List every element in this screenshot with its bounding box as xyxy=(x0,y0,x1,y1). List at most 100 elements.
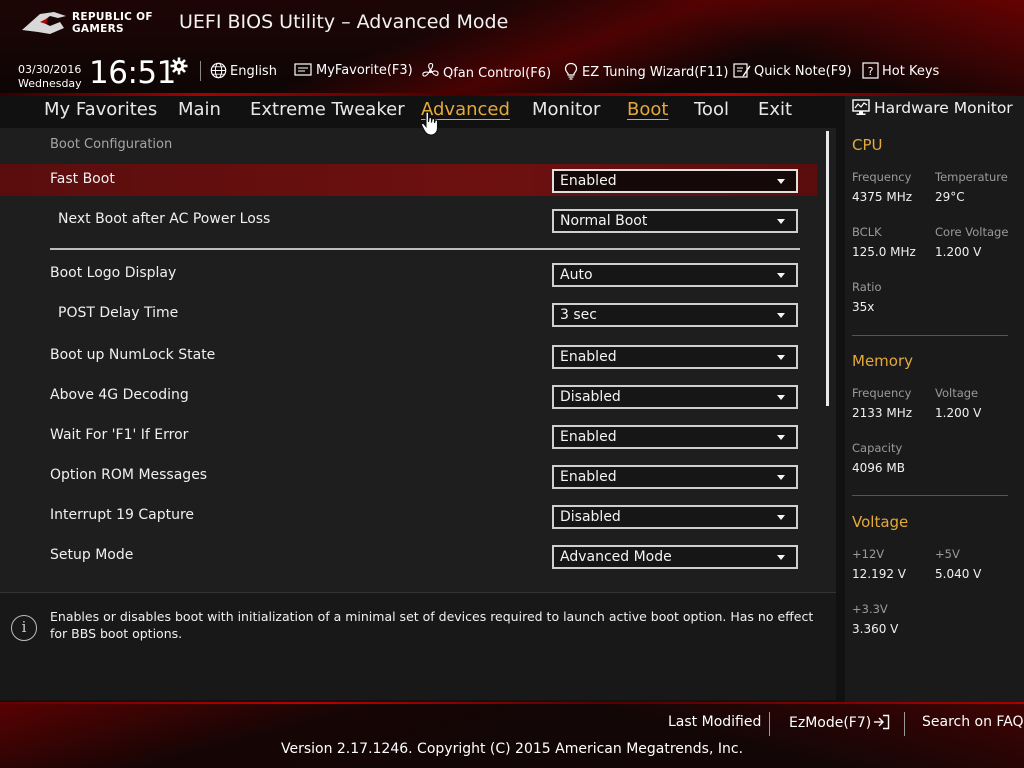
help-icon: ? xyxy=(862,62,879,79)
footer-bar xyxy=(0,702,1024,768)
hw-divider xyxy=(852,495,1008,496)
footer-separator xyxy=(769,712,770,736)
clock: 16:51 xyxy=(89,55,176,91)
memory-frequency-value: 2133 MHz xyxy=(852,406,913,420)
setup-mode-select[interactable]: Advanced Mode xyxy=(552,545,798,569)
tab-extreme-tweaker[interactable]: Extreme Tweaker xyxy=(250,99,405,120)
setting-label-boot-logo: Boot Logo Display xyxy=(50,265,177,281)
cpu-ratio-label: Ratio xyxy=(852,280,882,294)
footer-separator xyxy=(904,712,905,736)
quick-note-button[interactable]: Quick Note(F9) xyxy=(733,62,852,79)
cpu-frequency-label: Frequency xyxy=(852,170,912,184)
wait-f1-value: Enabled xyxy=(560,429,617,445)
hardware-monitor-label: Hardware Monitor xyxy=(874,99,1013,117)
hardware-monitor-title: Hardware Monitor xyxy=(852,99,1013,117)
copyright-text: Version 2.17.1246. Copyright (C) 2015 Am… xyxy=(280,741,744,757)
setting-label-fast-boot: Fast Boot xyxy=(50,171,115,187)
wait-f1-select[interactable]: Enabled xyxy=(552,425,798,449)
hot-keys-button[interactable]: ? Hot Keys xyxy=(862,62,939,79)
setting-label-option-rom: Option ROM Messages xyxy=(50,467,208,483)
numlock-select[interactable]: Enabled xyxy=(552,345,798,369)
numlock-value: Enabled xyxy=(560,349,617,365)
tab-boot[interactable]: Boot xyxy=(627,99,668,120)
tab-monitor[interactable]: Monitor xyxy=(532,99,600,120)
section-title: Boot Configuration xyxy=(50,137,173,152)
search-faq-button[interactable]: Search on FAQ xyxy=(922,714,1024,730)
rog-logo-icon xyxy=(22,12,66,34)
toolbar-separator xyxy=(200,61,201,81)
help-text: Enables or disables boot with initializa… xyxy=(50,609,814,641)
option-rom-select[interactable]: Enabled xyxy=(552,465,798,489)
tab-my-favorites[interactable]: My Favorites xyxy=(44,99,157,120)
chevron-down-icon xyxy=(777,515,785,520)
cpu-core-voltage-label: Core Voltage xyxy=(935,225,1009,239)
chevron-down-icon xyxy=(777,395,785,400)
ez-mode-label: EzMode(F7) xyxy=(789,715,872,731)
voltage-12v-label: +12V xyxy=(852,547,885,561)
language-button[interactable]: English xyxy=(210,62,277,79)
logo-line-2: GAMERS xyxy=(72,23,124,35)
globe-icon xyxy=(210,62,227,79)
voltage-3v3-value: 3.360 V xyxy=(852,622,899,636)
cpu-bclk-value: 125.0 MHz xyxy=(852,245,916,259)
interrupt-19-select[interactable]: Disabled xyxy=(552,505,798,529)
setting-label-wait-f1: Wait For 'F1' If Error xyxy=(50,427,189,443)
chevron-down-icon xyxy=(777,219,785,224)
setup-mode-value: Advanced Mode xyxy=(560,549,672,565)
chevron-down-icon xyxy=(777,355,785,360)
info-icon: i xyxy=(11,615,37,641)
cpu-heading: CPU xyxy=(852,136,883,154)
logo-text: REPUBLIC OF GAMERS xyxy=(72,11,182,35)
setting-label-setup-mode: Setup Mode xyxy=(50,547,134,563)
day: Wednesday xyxy=(18,77,82,90)
date: 03/30/2016 xyxy=(18,63,82,76)
last-modified-button[interactable]: Last Modified xyxy=(668,714,761,730)
tab-tool[interactable]: Tool xyxy=(694,99,729,120)
voltage-5v-value: 5.040 V xyxy=(935,567,982,581)
above-4g-value: Disabled xyxy=(560,389,621,405)
post-delay-select[interactable]: 3 sec xyxy=(552,303,798,327)
qfan-control-button[interactable]: Qfan Control(F6) xyxy=(421,62,551,81)
memory-voltage-label: Voltage xyxy=(935,386,979,400)
settings-scrollbar[interactable] xyxy=(826,131,829,406)
section-divider xyxy=(50,248,800,250)
setting-label-above-4g: Above 4G Decoding xyxy=(50,387,189,403)
tab-exit[interactable]: Exit xyxy=(758,99,792,120)
ez-mode-button[interactable]: EzMode(F7) xyxy=(789,714,890,731)
above-4g-select[interactable]: Disabled xyxy=(552,385,798,409)
exit-arrow-icon xyxy=(874,714,890,730)
interrupt-19-value: Disabled xyxy=(560,509,621,525)
chevron-down-icon xyxy=(777,435,785,440)
setting-label-interrupt-19: Interrupt 19 Capture xyxy=(50,507,194,523)
post-delay-value: 3 sec xyxy=(560,307,597,323)
fast-boot-value: Enabled xyxy=(560,173,617,189)
logo-line-1: REPUBLIC OF xyxy=(72,11,153,23)
app-title: UEFI BIOS Utility – Advanced Mode xyxy=(179,11,509,33)
memory-heading: Memory xyxy=(852,352,914,370)
ez-tuning-wizard-button[interactable]: EZ Tuning Wizard(F11) xyxy=(563,62,728,80)
monitor-icon xyxy=(852,99,870,115)
boot-logo-select[interactable]: Auto xyxy=(552,263,798,287)
chevron-down-icon xyxy=(777,475,785,480)
myfavorite-label: MyFavorite(F3) xyxy=(316,63,413,78)
option-rom-value: Enabled xyxy=(560,469,617,485)
gear-icon[interactable] xyxy=(170,57,188,75)
note-icon xyxy=(733,63,751,78)
tab-main[interactable]: Main xyxy=(178,99,221,120)
setting-label-numlock: Boot up NumLock State xyxy=(50,347,216,363)
next-boot-select[interactable]: Normal Boot xyxy=(552,209,798,233)
fast-boot-select[interactable]: Enabled xyxy=(552,169,798,193)
memory-frequency-label: Frequency xyxy=(852,386,912,400)
myfavorite-button[interactable]: MyFavorite(F3) xyxy=(294,62,413,78)
cpu-core-voltage-value: 1.200 V xyxy=(935,245,982,259)
hw-divider xyxy=(852,335,1008,336)
setting-label-post-delay: POST Delay Time xyxy=(58,305,179,321)
next-boot-value: Normal Boot xyxy=(560,213,648,229)
boot-logo-value: Auto xyxy=(560,267,593,283)
cpu-bclk-label: BCLK xyxy=(852,225,882,239)
quick-note-label: Quick Note(F9) xyxy=(754,64,852,79)
voltage-12v-value: 12.192 V xyxy=(852,567,907,581)
rog-logo: REPUBLIC OF GAMERS xyxy=(20,8,180,40)
qfan-label: Qfan Control(F6) xyxy=(443,66,552,81)
svg-text:?: ? xyxy=(868,65,874,78)
